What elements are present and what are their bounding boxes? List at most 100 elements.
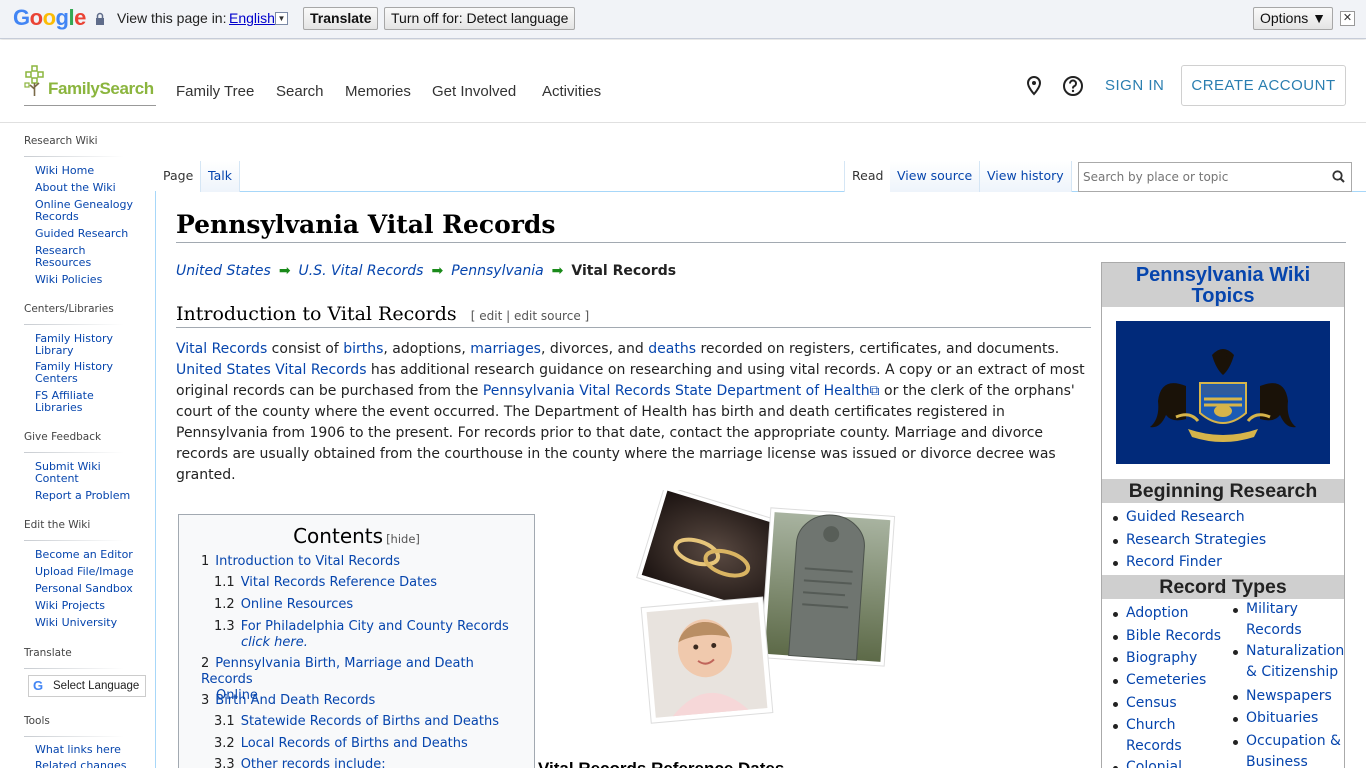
infobox-link[interactable]: Adoption: [1113, 603, 1189, 624]
language-dropdown-icon[interactable]: ▼: [275, 12, 288, 25]
infobox-link[interactable]: Newspapers: [1233, 686, 1346, 707]
toc-link-continued[interactable]: click here.: [214, 635, 514, 651]
intro-link[interactable]: births: [343, 341, 383, 357]
sidebar-item[interactable]: FS Affiliate Libraries: [35, 390, 140, 413]
infobox-link[interactable]: Cemeteries: [1112, 670, 1206, 691]
toc-link[interactable]: Vital Records Reference Dates: [241, 575, 437, 590]
toc-link[interactable]: Other records include:: [241, 757, 386, 768]
search-icon[interactable]: [1332, 170, 1345, 183]
toc-number: 3.2: [214, 736, 235, 751]
breadcrumb-pennsylvania[interactable]: Pennsylvania: [451, 263, 543, 279]
turn-off-button[interactable]: Turn off for: Detect language: [384, 7, 576, 30]
infobox-link[interactable]: Colonial: [1112, 757, 1182, 768]
toc-link[interactable]: Statewide Records of Births and Deaths: [241, 714, 499, 729]
toc-item[interactable]: 1.3 For Philadelphia City and County Reco…: [214, 619, 514, 651]
toc-item[interactable]: 1.2 Online Resources: [214, 597, 514, 613]
toc-link[interactable]: For Philadelphia City and County Records: [241, 619, 509, 634]
infobox-link[interactable]: Census: [1113, 693, 1177, 714]
sidebar-item[interactable]: Research Resources: [35, 245, 140, 268]
tab-read[interactable]: Read: [844, 161, 892, 192]
intro-link[interactable]: United States Vital Records: [176, 362, 366, 378]
nav-activities[interactable]: Activities: [542, 83, 601, 100]
toc-item[interactable]: 3.1 Statewide Records of Births and Death…: [214, 714, 514, 730]
intro-link[interactable]: marriages: [470, 341, 541, 357]
infobox-link[interactable]: Military Records: [1233, 599, 1346, 641]
infobox-link[interactable]: Obituaries: [1233, 708, 1346, 729]
sidebar-item[interactable]: Report a Problem: [35, 490, 140, 502]
sidebar-item[interactable]: Wiki University: [35, 617, 140, 629]
nav-memories[interactable]: Memories: [345, 83, 411, 100]
close-icon[interactable]: ✕: [1340, 11, 1355, 26]
infobox-link[interactable]: Guided Research: [1113, 507, 1245, 528]
wiki-topics-infobox: Pennsylvania Wiki Topics Beginning Resea…: [1101, 262, 1345, 768]
section-edit-links[interactable]: [ edit | edit source ]: [471, 309, 589, 323]
toc-item[interactable]: 1 Introduction to Vital Records: [201, 554, 514, 570]
options-button[interactable]: Options ▼: [1253, 7, 1333, 30]
intro-link[interactable]: deaths: [648, 341, 696, 357]
sidebar-item[interactable]: About the Wiki: [35, 182, 140, 194]
nav-family-tree[interactable]: Family Tree: [176, 83, 254, 100]
sidebar-divider: [24, 156, 124, 157]
sidebar-item[interactable]: Become an Editor: [35, 549, 140, 561]
infobox-link[interactable]: Research Strategies: [1112, 530, 1266, 551]
translate-button[interactable]: Translate: [303, 7, 379, 30]
tab-page[interactable]: Page: [156, 161, 202, 192]
toc-number: 1.3: [214, 619, 235, 634]
toc-hide-toggle[interactable]: [hide]: [386, 532, 420, 546]
infobox-link[interactable]: Naturalization & Citizenship: [1233, 641, 1346, 683]
breadcrumb-united-states[interactable]: United States: [176, 263, 271, 279]
intro-link[interactable]: Pennsylvania Vital Records State Departm…: [483, 383, 880, 399]
infobox-link[interactable]: Occupation & Business: [1233, 731, 1346, 768]
create-account-button[interactable]: CREATE ACCOUNT: [1181, 65, 1346, 106]
toc-item[interactable]: 1.1 Vital Records Reference Dates: [214, 575, 514, 591]
sidebar-item[interactable]: Related changes: [35, 760, 140, 768]
nav-search[interactable]: Search: [276, 83, 324, 100]
sidebar-item[interactable]: Upload File/Image: [35, 566, 140, 578]
intro-link[interactable]: Vital Records: [176, 341, 267, 357]
language-select[interactable]: English: [229, 10, 275, 26]
familysearch-logo[interactable]: FamilySearch: [24, 64, 156, 106]
sidebar-item[interactable]: Family History Centers: [35, 361, 140, 384]
toc-link[interactable]: Pennsylvania Birth, Marriage and Death R…: [201, 656, 474, 687]
toc-link[interactable]: Online Resources: [241, 597, 353, 612]
wiki-search-input[interactable]: [1078, 162, 1352, 192]
infobox-link[interactable]: Church Records: [1113, 715, 1216, 757]
intro-text: consist of: [267, 341, 344, 357]
translate-bar: Google View this page in: English ▼ Tran…: [0, 0, 1366, 39]
tab-view-history[interactable]: View history: [980, 161, 1072, 192]
help-icon[interactable]: [1062, 75, 1084, 97]
location-pin-icon[interactable]: [1025, 76, 1043, 96]
breadcrumb-us-vital-records[interactable]: U.S. Vital Records: [299, 263, 424, 279]
toc-item[interactable]: 3.3 Other records include:: [214, 757, 514, 768]
sidebar-item[interactable]: Personal Sandbox: [35, 583, 140, 595]
intro-text: , adoptions,: [383, 341, 471, 357]
sidebar-divider: [24, 736, 124, 737]
pennsylvania-flag-image: [1116, 321, 1330, 464]
logo-text: FamilySearch: [48, 79, 154, 98]
sidebar-item[interactable]: Guided Research: [35, 228, 140, 240]
toc-link[interactable]: Introduction to Vital Records: [215, 554, 400, 569]
sign-in-link[interactable]: SIGN IN: [1105, 77, 1164, 94]
toc-link[interactable]: Local Records of Births and Deaths: [241, 736, 468, 751]
infobox-link[interactable]: Bible Records: [1113, 626, 1221, 647]
sidebar-item[interactable]: Wiki Policies: [35, 274, 140, 286]
tab-talk[interactable]: Talk: [201, 161, 240, 192]
sidebar-item[interactable]: What links here: [35, 744, 140, 756]
sidebar-item[interactable]: Submit Wiki Content: [35, 461, 140, 484]
sidebar-divider: [24, 452, 124, 453]
infobox-link[interactable]: Biography: [1112, 648, 1197, 669]
nav-get-involved[interactable]: Get Involved: [432, 83, 516, 100]
sidebar-item[interactable]: Wiki Home: [35, 165, 140, 177]
beginning-research-heading: Beginning Research: [1102, 479, 1344, 503]
select-language-widget[interactable]: G Select Language: [28, 675, 146, 697]
infobox-link[interactable]: Record Finder: [1113, 552, 1222, 573]
toc-item[interactable]: 3 Birth And Death Records: [201, 693, 514, 709]
sidebar-item[interactable]: Family History Library: [35, 333, 140, 356]
toc-item[interactable]: 3.2 Local Records of Births and Deaths: [214, 736, 514, 752]
toc-link[interactable]: Birth And Death Records: [215, 693, 375, 708]
sidebar-item[interactable]: Wiki Projects: [35, 600, 140, 612]
tab-view-source[interactable]: View source: [890, 161, 981, 192]
sidebar-item[interactable]: Online Genealogy Records: [35, 199, 140, 222]
table-of-contents: Contents [hide] 1 Introduction to Vital Re…: [178, 514, 535, 768]
infobox-title[interactable]: Pennsylvania Wiki Topics: [1102, 263, 1344, 307]
